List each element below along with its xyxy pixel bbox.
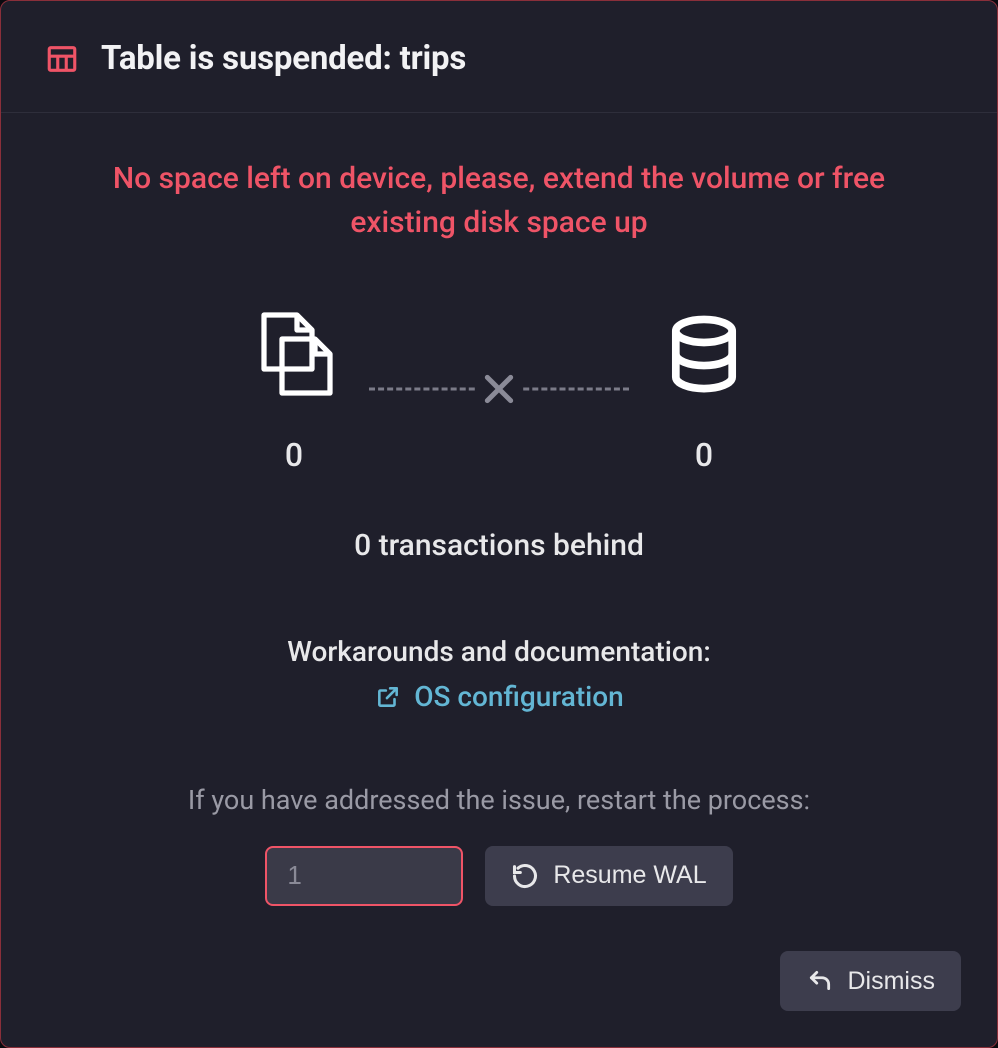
external-link-icon (374, 683, 402, 711)
resume-count-input[interactable] (265, 846, 463, 906)
restart-prompt: If you have addressed the issue, restart… (188, 784, 810, 816)
os-configuration-link[interactable]: OS configuration (374, 680, 624, 713)
resume-action-row: Resume WAL (265, 846, 732, 906)
docs-link-label: OS configuration (414, 680, 624, 713)
database-column: 0 (629, 304, 779, 474)
file-count: 0 (285, 436, 303, 474)
dialog-header: Table is suspended: trips (1, 1, 997, 113)
dismiss-button[interactable]: Dismiss (780, 951, 962, 1011)
transactions-behind: 0 transactions behind (354, 528, 644, 563)
resume-wal-button[interactable]: Resume WAL (485, 846, 732, 906)
file-column: 0 (219, 304, 369, 474)
illustration-row: 0 0 (49, 304, 949, 474)
dialog-body: No space left on device, please, extend … (1, 113, 997, 1047)
docs-label: Workarounds and documentation: (287, 635, 710, 668)
dialog-title: Table is suspended: trips (101, 39, 466, 78)
undo-icon (806, 967, 834, 995)
resume-wal-label: Resume WAL (553, 861, 706, 890)
error-message: No space left on device, please, extend … (59, 157, 939, 244)
database-icon (654, 304, 754, 404)
files-icon (244, 304, 344, 404)
suspended-table-dialog: Table is suspended: trips No space left … (0, 0, 998, 1048)
docs-block: Workarounds and documentation: OS config… (287, 635, 710, 714)
disconnect-x-icon (477, 367, 521, 411)
dialog-footer: Dismiss (780, 951, 962, 1011)
dismiss-label: Dismiss (848, 967, 936, 996)
db-count: 0 (695, 436, 713, 474)
connector (369, 339, 629, 439)
refresh-icon (511, 862, 539, 890)
table-icon (45, 42, 79, 76)
